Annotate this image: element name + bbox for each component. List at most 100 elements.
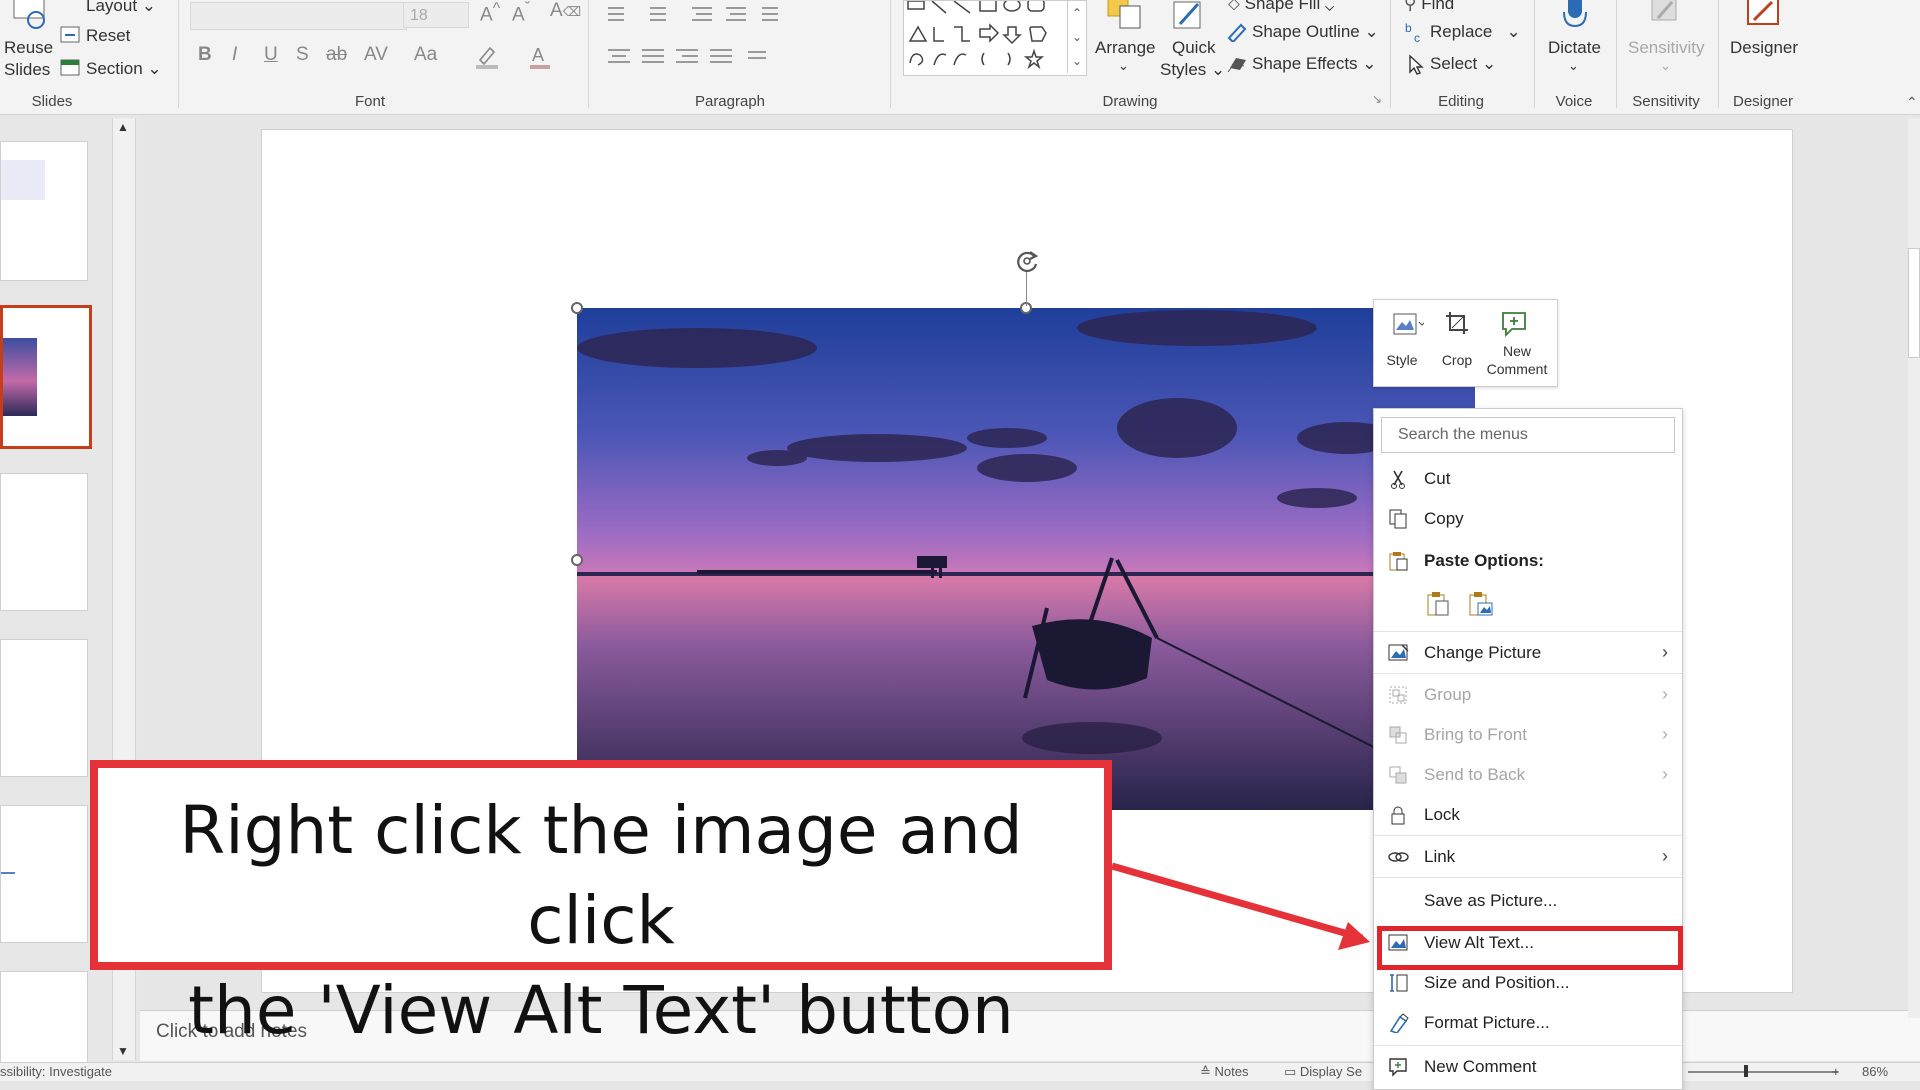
menu-item-format-picture[interactable]: Format Picture... [1374,1005,1682,1041]
crop-label[interactable]: Crop [1434,352,1480,368]
thumbnail-content [1,160,45,200]
accessibility-status[interactable]: ssibility: Investigate [0,1064,112,1079]
paragraph-controls-icon[interactable] [604,2,874,72]
group-label: Group [1424,685,1472,704]
sunset-boat-image[interactable] [577,308,1475,810]
quick-styles-button[interactable]: Styles ⌄ [1160,60,1225,80]
slide-thumbnail-selected[interactable] [0,305,92,449]
slide-thumbnail[interactable] [0,473,88,611]
scroll-thumb[interactable] [1908,248,1920,358]
shape-fill-button[interactable]: ⬦ Shape Fill ⌄ [1228,0,1334,14]
annotation-arrow-icon [1111,862,1370,950]
notes-toggle[interactable]: ≙ Notes [1200,1064,1248,1080]
picture-style-icon[interactable] [1392,312,1424,338]
menu-item-size-and-position[interactable]: Size and Position... [1374,965,1682,1001]
search-menus-input[interactable]: Search the menus [1381,417,1675,453]
shape-effects-icon [1227,58,1246,73]
shape-effects-button[interactable]: Shape Effects ⌄ [1252,54,1377,74]
reuse-slides-icon[interactable] [10,0,50,34]
slide-thumbnail[interactable] [0,805,88,943]
menu-item-send-to-back: Send to Back › [1374,757,1682,793]
menu-item-bring-to-front: Bring to Front › [1374,717,1682,753]
menu-item-save-as-picture[interactable]: Save as Picture... [1374,883,1682,919]
scroll-up-icon[interactable]: ▲ [117,120,129,134]
underline-button[interactable]: U [264,44,278,66]
layout-button[interactable]: Layout ⌄ [86,0,156,16]
increase-font-icon[interactable]: A^ [480,0,500,26]
find-button[interactable]: ⚲ Find [1404,0,1454,14]
zoom-in-icon[interactable]: + [1832,1064,1840,1079]
paste-keep-source-icon[interactable] [1426,591,1452,619]
slide-thumbnail[interactable] [0,971,88,1073]
drawing-dialog-launcher-icon[interactable]: ↘ [1372,92,1382,106]
bold-button[interactable]: B [198,44,212,66]
menu-separator [1374,631,1682,632]
character-spacing-button[interactable]: AV [364,44,388,66]
collapse-ribbon-icon[interactable]: ⌃ [1906,94,1918,111]
menu-item-change-picture[interactable]: Change Picture › [1374,635,1682,671]
slide-thumbnail[interactable] [0,141,88,281]
new-comment-label-1: New [1502,343,1531,359]
resize-handle-middle-left[interactable] [571,554,583,566]
copy-label: Copy [1424,509,1464,528]
zoom-slider-thumb[interactable] [1744,1065,1748,1077]
zoom-level[interactable]: 86% [1862,1064,1888,1079]
submenu-arrow-icon: › [1662,684,1668,704]
select-button[interactable]: Select ⌄ [1430,54,1496,74]
quick-styles-label-2: Styles [1160,60,1207,79]
menu-item-group: Group › [1374,677,1682,713]
rotate-handle-icon[interactable] [1012,246,1042,276]
new-comment-icon[interactable] [1500,310,1528,338]
crop-icon[interactable] [1444,310,1470,336]
new-comment-label[interactable]: New Comment [1482,342,1552,378]
change-case-button[interactable]: Aa [414,44,437,66]
dictate-button[interactable]: Dictate [1548,38,1601,58]
gallery-more-button[interactable]: ⌃ ⌄ ⌄ [1067,1,1086,73]
layout-label: Layout [86,0,138,15]
quick-styles-label-1[interactable]: Quick [1172,38,1215,58]
clear-formatting-icon[interactable]: A⌫ [550,0,581,22]
italic-button[interactable]: I [232,44,237,66]
paste-as-picture-icon[interactable] [1468,591,1496,619]
separator [890,0,891,108]
shapes-gallery[interactable]: ⌃ ⌄ ⌄ [903,0,1087,76]
arrange-button[interactable]: Arrange [1095,38,1155,58]
notes-toggle-label: Notes [1214,1064,1249,1079]
font-name-box[interactable] [190,2,407,30]
svg-text:A: A [532,45,544,65]
text-shadow-button[interactable]: S [296,44,309,66]
separator [1616,0,1617,108]
replace-button[interactable]: Replace ⌄ [1430,22,1521,42]
reuse-slides-label-2[interactable]: Slides [4,60,50,80]
designer-button[interactable]: Designer [1730,38,1798,58]
scissors-icon [1391,470,1405,489]
decrease-font-icon[interactable]: Aˇ [512,0,530,26]
shape-outline-button[interactable]: Shape Outline ⌄ [1252,22,1379,42]
paragraph-group-label: Paragraph [694,93,766,110]
menu-item-lock[interactable]: Lock [1374,797,1682,833]
strikethrough-button[interactable]: ab [326,44,347,66]
section-button[interactable]: Section ⌄ [86,59,162,79]
designer-group-label: Designer [1732,93,1794,110]
resize-handle-top-left[interactable] [571,302,583,314]
highlight-color-icon[interactable] [474,44,500,70]
reset-button[interactable]: Reset [86,26,130,46]
slide-vertical-scrollbar[interactable] [1908,118,1920,1018]
display-settings[interactable]: ▭ Display Se [1284,1064,1362,1080]
slide-thumbnail[interactable] [0,639,88,777]
reuse-slides-label-1[interactable]: Reuse [4,38,53,58]
new-comment-label-2: Comment [1486,361,1548,377]
zoom-slider[interactable] [1688,1065,1838,1077]
font-size-box[interactable]: 18 [403,2,469,28]
menu-item-cut[interactable]: Cut [1374,461,1682,497]
menu-item-link[interactable]: Link › [1374,839,1682,875]
font-color-icon[interactable]: A [528,44,552,70]
send-to-back-label: Send to Back [1424,765,1526,784]
microphone-icon[interactable] [1560,0,1590,32]
slides-group-label: Slides [31,93,73,110]
menu-item-copy[interactable]: Copy [1374,501,1682,537]
style-label[interactable]: Style [1382,352,1422,368]
bring-to-front-icon [1389,726,1407,744]
menu-separator [1374,673,1682,674]
shape-outline-icon [1227,23,1247,42]
